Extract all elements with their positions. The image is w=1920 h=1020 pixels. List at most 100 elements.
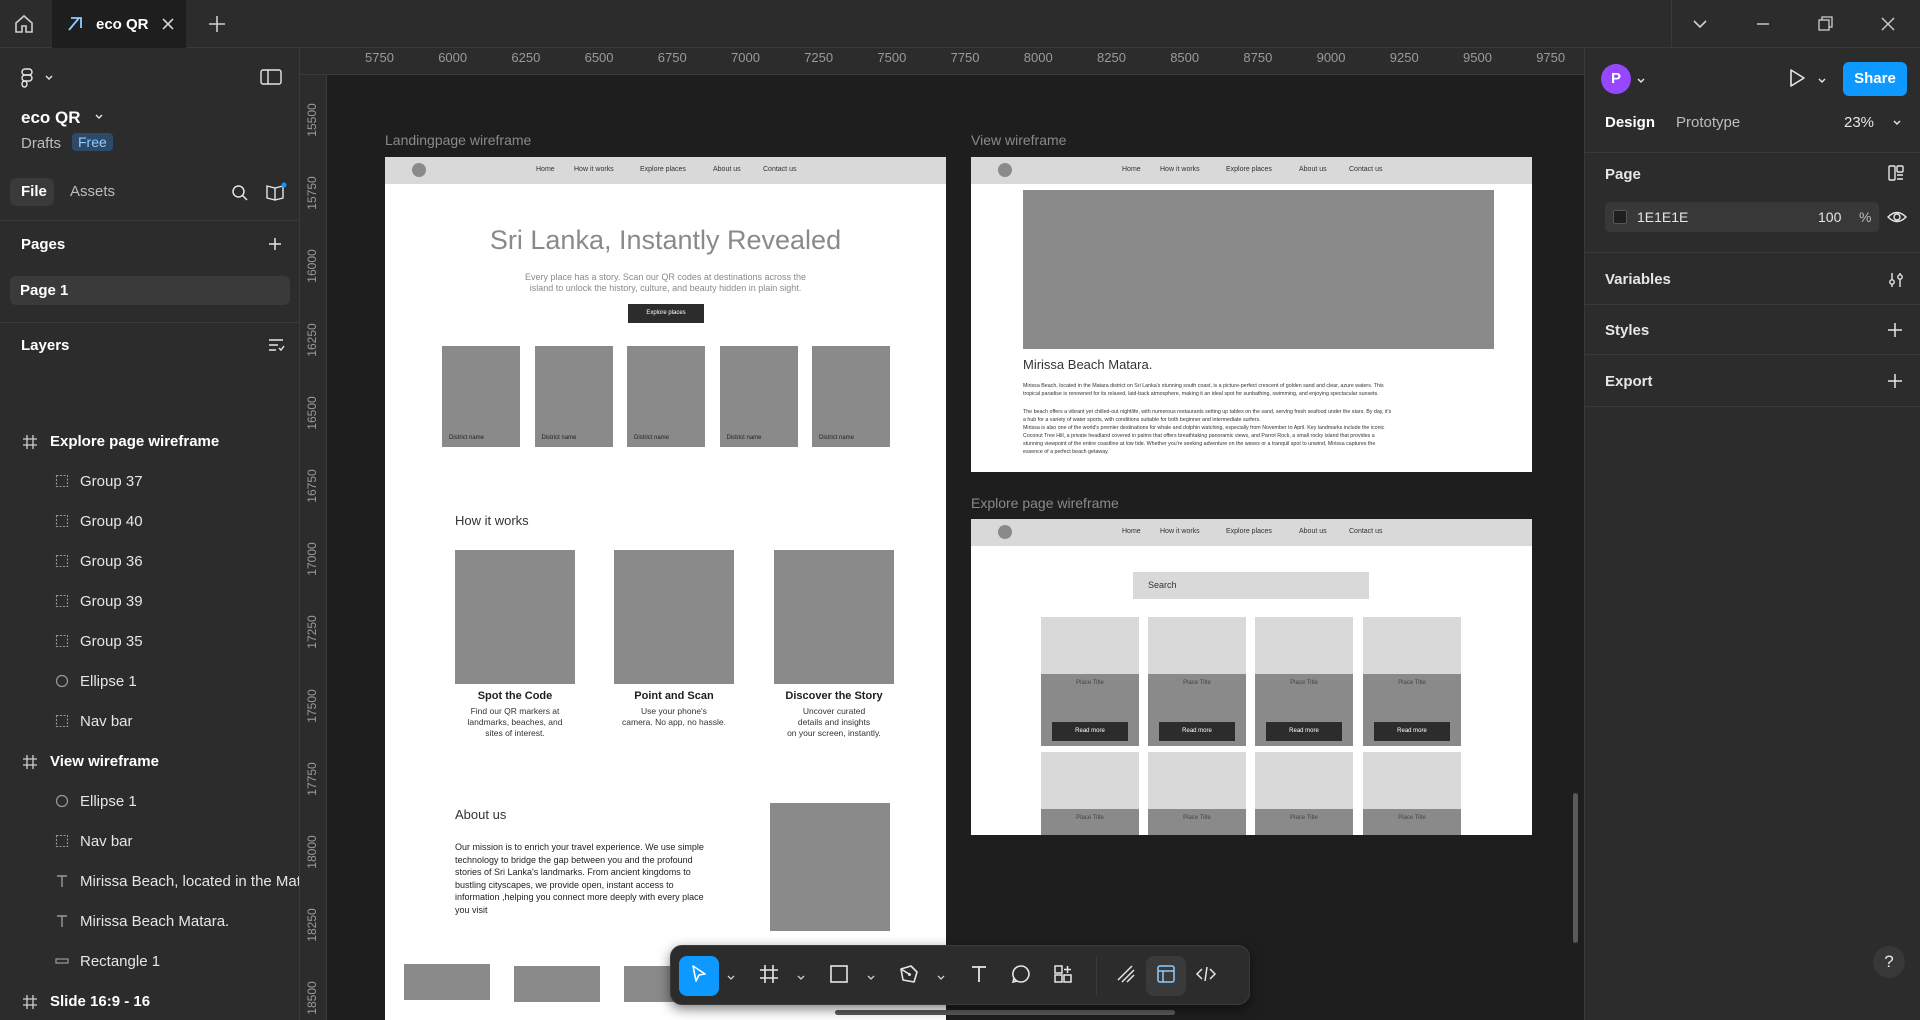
present-icon[interactable] xyxy=(1785,66,1809,95)
tab-design[interactable]: Design xyxy=(1605,114,1655,131)
layer-item[interactable]: Group 36 xyxy=(0,542,299,582)
actions-tool-button[interactable] xyxy=(1043,956,1083,996)
page-color-hex[interactable]: 1E1E1E xyxy=(1637,209,1688,225)
page-settings-icon[interactable] xyxy=(1887,164,1905,187)
layer-item[interactable]: Nav bar xyxy=(0,702,299,742)
ruler-tick-label: 15750 xyxy=(305,176,319,210)
frame-label-landing[interactable]: Landingpage wireframe xyxy=(385,132,531,148)
tab-assets[interactable]: Assets xyxy=(70,183,115,200)
search-icon[interactable] xyxy=(231,184,249,207)
chevron-down-icon[interactable] xyxy=(1816,74,1828,92)
about-text-line: bustling cityscapes, we provide open, in… xyxy=(455,879,674,890)
place-card: Place Title Read more xyxy=(1148,617,1246,746)
figma-file-icon xyxy=(65,14,85,39)
tab-eco-qr[interactable]: eco QR xyxy=(52,0,186,48)
layer-item[interactable]: Group 40 xyxy=(0,502,299,542)
shape-tool-button[interactable] xyxy=(819,956,859,996)
description-line: Mirissa is also one of the world's premi… xyxy=(1023,425,1385,431)
divider xyxy=(1585,252,1920,253)
layer-item[interactable]: Ellipse 1 xyxy=(0,662,299,702)
design-mode-icon xyxy=(1155,963,1177,990)
left-panel: eco QR Drafts Free File Assets Pages Pag… xyxy=(0,48,300,1020)
restore-icon[interactable] xyxy=(1815,14,1835,39)
add-page-icon[interactable] xyxy=(267,236,283,257)
layer-item[interactable]: Rectangle 1 xyxy=(0,942,299,982)
comment-icon xyxy=(1010,963,1032,990)
ruler-tick-label: 9750 xyxy=(1536,50,1566,65)
step-title: Spot the Code xyxy=(477,690,553,702)
share-button[interactable]: Share xyxy=(1843,62,1907,96)
frame-tool-button[interactable] xyxy=(749,956,789,996)
layer-item[interactable]: View wireframe xyxy=(0,742,299,782)
layer-list-options-icon[interactable] xyxy=(267,337,285,358)
add-style-icon[interactable] xyxy=(1887,322,1903,343)
layer-item[interactable]: Group 39 xyxy=(0,582,299,622)
vertical-scrollbar[interactable] xyxy=(1573,793,1578,943)
ruler-tick-label: 7250 xyxy=(804,50,834,65)
tab-prototype[interactable]: Prototype xyxy=(1676,114,1740,131)
layer-item[interactable]: Mirissa Beach, located in the Mata xyxy=(0,862,299,902)
color-swatch[interactable] xyxy=(1613,210,1627,224)
landing-page-frame[interactable]: Home How it works Explore places About u… xyxy=(385,157,946,1020)
design-mode-button[interactable] xyxy=(1146,956,1186,996)
text-icon xyxy=(968,963,990,990)
frame-label-view[interactable]: View wireframe xyxy=(971,132,1066,148)
draw-mode-button[interactable] xyxy=(1106,956,1146,996)
tab-file[interactable]: File xyxy=(10,178,54,206)
avatar[interactable]: P xyxy=(1601,64,1631,94)
minimize-icon[interactable] xyxy=(1753,14,1773,39)
main-menu-button[interactable] xyxy=(20,68,56,93)
text-tool-button[interactable] xyxy=(959,956,999,996)
page-color-field[interactable]: 1E1E1E 100 % xyxy=(1605,202,1879,232)
close-tab-icon[interactable] xyxy=(158,14,178,39)
layer-item[interactable]: Group 37 xyxy=(0,462,299,502)
layer-item[interactable]: Slide 16:9 - 16 xyxy=(0,982,299,1020)
ruler-tick-label: 16500 xyxy=(305,396,319,430)
move-tool-button[interactable] xyxy=(679,956,719,996)
drafts-label[interactable]: Drafts xyxy=(21,135,61,152)
page-item-1[interactable]: Page 1 xyxy=(10,276,290,305)
place-card: Place Title xyxy=(1041,752,1139,835)
frame-label-explore[interactable]: Explore page wireframe xyxy=(971,495,1119,511)
step-image-placeholder xyxy=(455,550,575,684)
layer-label: Slide 16:9 - 16 xyxy=(50,993,151,1010)
chevron-down-icon[interactable] xyxy=(1891,116,1903,134)
layer-item[interactable]: Nav bar xyxy=(0,822,299,862)
chevron-down-icon[interactable] xyxy=(796,970,806,980)
canvas[interactable]: Landingpage wireframe Home How it works … xyxy=(327,75,1584,1020)
horizontal-scrollbar[interactable] xyxy=(835,1010,1175,1015)
text-layer-icon xyxy=(55,914,69,933)
file-name[interactable]: eco QR xyxy=(21,108,81,128)
about-text-line: information ,helping you connect more de… xyxy=(455,892,704,902)
library-icon[interactable] xyxy=(265,182,287,207)
chevron-down-icon[interactable] xyxy=(936,970,946,980)
chevron-down-icon[interactable] xyxy=(1635,74,1647,92)
explore-wireframe-frame[interactable]: Home How it works Explore places About u… xyxy=(971,519,1532,835)
close-window-icon[interactable] xyxy=(1878,14,1898,39)
frame-icon xyxy=(22,434,38,455)
layer-item[interactable]: Ellipse 1 xyxy=(0,782,299,822)
pen-tool-button[interactable] xyxy=(889,956,929,996)
logo-ellipse xyxy=(998,525,1012,539)
new-tab-icon[interactable] xyxy=(206,13,228,40)
chevron-down-icon[interactable] xyxy=(726,970,736,980)
home-icon[interactable] xyxy=(12,12,38,36)
layer-item[interactable]: Group 35 xyxy=(0,622,299,662)
add-export-icon[interactable] xyxy=(1887,373,1903,394)
zoom-level[interactable]: 23% xyxy=(1844,114,1874,131)
sidebar-toggle-icon[interactable] xyxy=(260,68,282,91)
divider xyxy=(1585,304,1920,305)
chevron-down-icon[interactable] xyxy=(1690,14,1710,39)
comment-tool-button[interactable] xyxy=(1001,956,1041,996)
variables-icon[interactable] xyxy=(1887,271,1905,294)
eye-icon[interactable] xyxy=(1887,209,1907,230)
view-wireframe-frame[interactable]: Home How it works Explore places About u… xyxy=(971,157,1532,472)
help-button[interactable]: ? xyxy=(1873,946,1905,978)
chevron-down-icon[interactable] xyxy=(93,110,105,128)
layer-item[interactable]: Mirissa Beach Matara. xyxy=(0,902,299,942)
chevron-down-icon[interactable] xyxy=(866,970,876,980)
page-opacity[interactable]: 100 xyxy=(1818,209,1841,225)
layer-item[interactable]: Explore page wireframe xyxy=(0,422,299,462)
dev-mode-button[interactable] xyxy=(1186,956,1226,996)
ruler-tick-label: 15500 xyxy=(305,103,319,137)
